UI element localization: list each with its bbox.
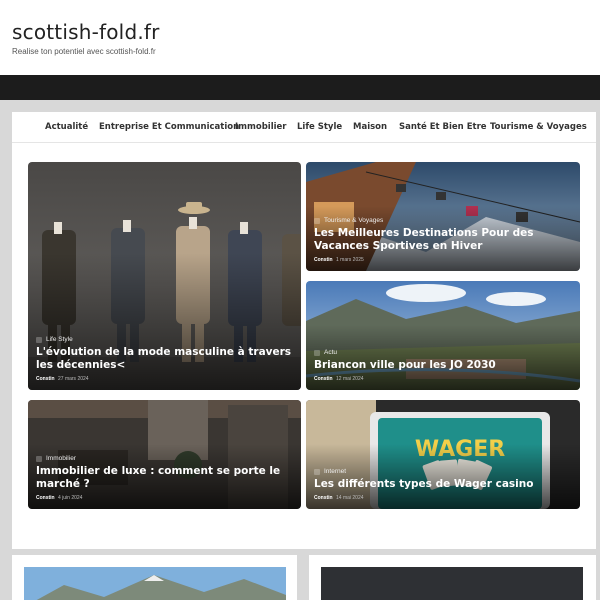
- post-category[interactable]: Life Style: [36, 336, 293, 343]
- card-meta: Immobilier Immobilier de luxe : comment …: [36, 455, 293, 501]
- post-date: 14 mai 2024: [336, 495, 364, 501]
- post-card-vacances-sportives[interactable]: Tourisme & Voyages Les Meilleures Destin…: [306, 162, 580, 271]
- card-meta: Tourisme & Voyages Les Meilleures Destin…: [314, 217, 572, 263]
- post-author[interactable]: Constin: [36, 495, 55, 501]
- category-nav: Actualité Entreprise Et Communication Im…: [12, 112, 596, 143]
- post-byline: Constin 4 juin 2024: [36, 495, 293, 501]
- post-card-wager-casino[interactable]: WAGER Internet Les différents types de W…: [306, 400, 580, 509]
- post-title[interactable]: Les Meilleures Destinations Pour des Vac…: [314, 227, 572, 253]
- top-bar: [0, 75, 600, 100]
- site-header: scottish-fold.fr Realise ton potentiel a…: [0, 0, 600, 75]
- post-author[interactable]: Constin: [314, 257, 333, 263]
- post-card-briancon[interactable]: Actu Briancon ville pour les JO 2030 Con…: [306, 281, 580, 390]
- nav-item-entreprise[interactable]: Entreprise Et Communication: [99, 122, 239, 132]
- post-byline: Constin 27 mars 2024: [36, 376, 293, 382]
- nav-item-immobilier[interactable]: Immobilier: [235, 122, 287, 132]
- post-byline: Constin 1 mars 2025: [314, 257, 572, 263]
- card-meta: Actu Briancon ville pour les JO 2030 Con…: [314, 349, 572, 382]
- dark-thumbnail: [321, 567, 583, 600]
- post-date: 4 juin 2024: [58, 495, 83, 501]
- post-author[interactable]: Constin: [314, 376, 333, 382]
- site-title[interactable]: scottish-fold.fr: [12, 20, 160, 44]
- post-author[interactable]: Constin: [36, 376, 55, 382]
- post-date: 12 mai 2024: [336, 376, 364, 382]
- post-title[interactable]: Immobilier de luxe : comment se porte le…: [36, 465, 293, 491]
- card-meta: Life Style L'évolution de la mode mascul…: [36, 336, 293, 382]
- mountain-thumbnail: [24, 567, 286, 600]
- post-title[interactable]: Les différents types de Wager casino: [314, 478, 572, 491]
- post-category[interactable]: Internet: [314, 468, 572, 475]
- post-date: 27 mars 2024: [58, 376, 89, 382]
- post-card-immobilier-luxe[interactable]: Immobilier Immobilier de luxe : comment …: [28, 400, 301, 509]
- post-category[interactable]: Tourisme & Voyages: [314, 217, 572, 224]
- post-card-mode-masculine[interactable]: Life Style L'évolution de la mode mascul…: [28, 162, 301, 390]
- nav-item-tourisme[interactable]: Tourisme & Voyages: [490, 122, 587, 132]
- nav-item-maison[interactable]: Maison: [353, 122, 387, 132]
- post-author[interactable]: Constin: [314, 495, 333, 501]
- nav-item-actualite[interactable]: Actualité: [45, 122, 88, 132]
- post-byline: Constin 12 mai 2024: [314, 376, 572, 382]
- nav-item-life-style[interactable]: Life Style: [297, 122, 342, 132]
- post-title[interactable]: L'évolution de la mode masculine à trave…: [36, 346, 293, 372]
- post-byline: Constin 14 mai 2024: [314, 495, 572, 501]
- post-preview-card-right[interactable]: [309, 555, 596, 600]
- post-category[interactable]: Actu: [314, 349, 572, 356]
- post-title[interactable]: Briancon ville pour les JO 2030: [314, 359, 572, 372]
- card-meta: Internet Les différents types de Wager c…: [314, 468, 572, 501]
- site-tagline: Realise ton potentiel avec scottish-fold…: [12, 47, 156, 56]
- post-preview-card-left[interactable]: [12, 555, 297, 600]
- nav-item-sante[interactable]: Santé Et Bien Etre: [399, 122, 487, 132]
- post-category[interactable]: Immobilier: [36, 455, 293, 462]
- featured-panel: Actualité Entreprise Et Communication Im…: [12, 112, 596, 549]
- post-date: 1 mars 2025: [336, 257, 364, 263]
